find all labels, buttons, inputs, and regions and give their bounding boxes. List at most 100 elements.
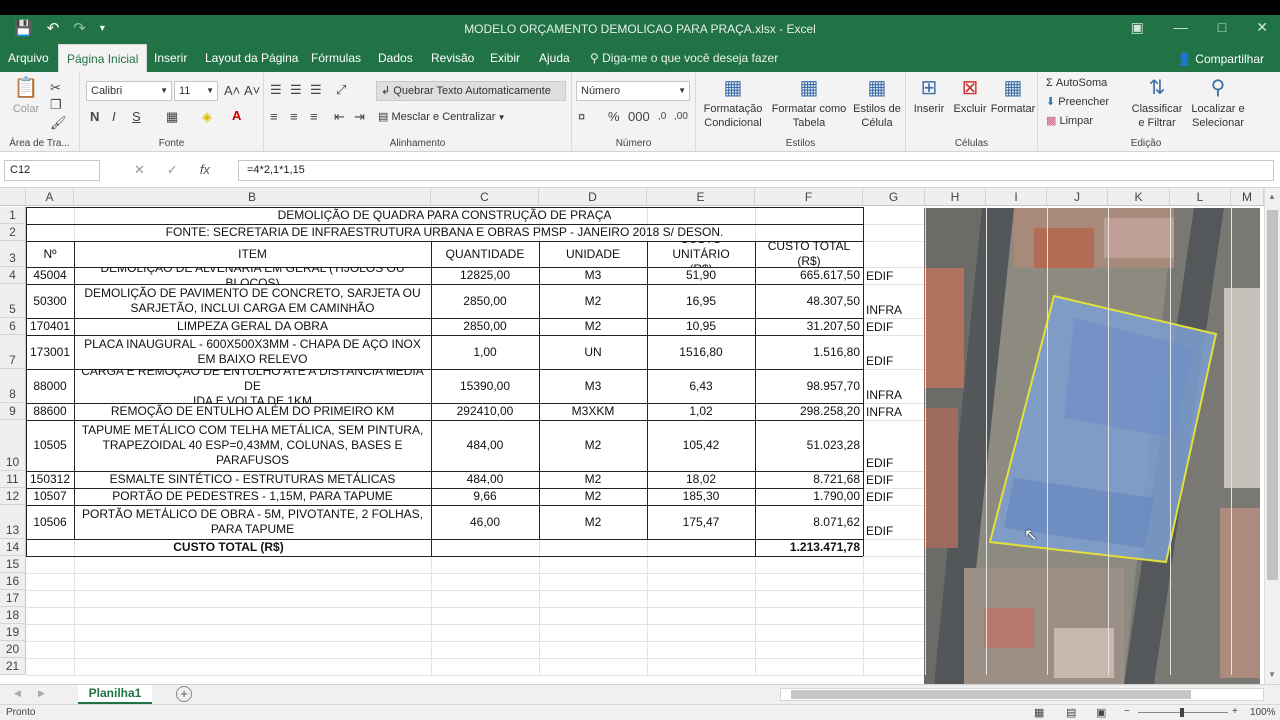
cell-unit-cost[interactable]: 18,02 [650,471,752,488]
header-unit-cost[interactable]: CUSTO UNITÁRIO(R$) [650,241,752,267]
copy-icon[interactable]: ❐ [50,97,62,113]
cell-unit-cost[interactable]: 185,30 [650,488,752,505]
align-bottom-icon[interactable]: ☰ [310,82,322,98]
column-header-f[interactable]: F [755,188,863,206]
normal-view-icon[interactable]: ▦ [1034,706,1044,719]
cell-total-cost[interactable]: 51.023,28 [758,420,860,471]
cell-category[interactable]: INFRA [866,403,922,420]
format-painter-icon[interactable]: 🖌 [50,115,67,131]
cell-code[interactable]: 173001 [29,335,71,369]
column-header-a[interactable]: A [26,188,74,206]
decrease-decimal-icon[interactable]: ,00 [674,109,688,125]
row-header-17[interactable]: 17 [0,590,26,607]
row-header-2[interactable]: 2 [0,224,26,241]
column-header-d[interactable]: D [539,188,647,206]
page-break-view-icon[interactable]: ▣ [1096,706,1106,719]
grow-font-icon[interactable]: A˄ [224,83,240,99]
align-right-icon[interactable]: ≡ [310,109,318,125]
cell-item[interactable]: TAPUME METÁLICO COM TELHA METÁLICA, SEM … [77,420,428,471]
cell-item[interactable]: REMOÇÃO DE ENTULHO ALÉM DO PRIMEIRO KM [77,403,428,420]
row-header-15[interactable]: 15 [0,556,26,573]
tab-revisao[interactable]: Revisão [423,44,482,72]
cell-item[interactable]: CARGA E REMOÇÃO DE ENTULHO ATÉ A DISTÂNC… [77,369,428,403]
row-header-8[interactable]: 8 [0,369,26,403]
prev-sheet-icon[interactable]: ◀ [14,688,21,699]
row-header-21[interactable]: 21 [0,658,26,675]
cell-category[interactable]: EDIF [866,318,922,335]
cell-item[interactable]: ESMALTE SINTÉTICO - ESTRUTURAS METÁLICAS [77,471,428,488]
cell-category[interactable]: EDIF [866,488,922,505]
row-header-9[interactable]: 9 [0,403,26,420]
italic-button[interactable]: I [112,109,116,125]
close-icon[interactable]: ✕ [1256,19,1268,36]
cell-category[interactable]: EDIF [866,505,922,539]
percent-icon[interactable]: % [608,109,620,125]
conditional-formatting-button[interactable]: ▦ Formatação Condicional [700,76,766,130]
horizontal-scroll-thumb[interactable] [791,690,1191,699]
column-header-c[interactable]: C [431,188,539,206]
clear-button[interactable]: ▩ Limpar [1046,114,1093,128]
column-header-h[interactable]: H [925,188,986,206]
currency-icon[interactable]: ¤ [578,109,585,125]
row-header-11[interactable]: 11 [0,471,26,488]
cell-quantity[interactable]: 1,00 [434,335,536,369]
align-middle-icon[interactable]: ☰ [290,82,302,98]
increase-decimal-icon[interactable]: ,0 [658,109,666,125]
share-button[interactable]: 👤 Compartilhar [1177,44,1264,72]
row-header-18[interactable]: 18 [0,607,26,624]
cell-total-cost[interactable]: 98.957,70 [758,369,860,403]
name-box[interactable]: C12 [4,160,100,181]
column-header-b[interactable]: B [74,188,431,206]
header-unit[interactable]: UNIDADE [542,241,644,267]
cell-item[interactable]: DEMOLIÇÃO DE ALVENARIA EM GERAL (TIJOLOS… [77,267,428,284]
number-format-select[interactable]: Número ▼ [576,81,690,101]
cell-quantity[interactable]: 292410,00 [434,403,536,420]
cell-code[interactable]: 10506 [29,505,71,539]
ribbon-display-icon[interactable]: ▣ [1131,19,1144,36]
cell-total-cost[interactable]: 31.207,50 [758,318,860,335]
cell-quantity[interactable]: 9,66 [434,488,536,505]
borders-icon[interactable]: ▦ [166,109,178,125]
cell-code[interactable]: 10507 [29,488,71,505]
insert-cells-button[interactable]: ⊞ Inserir [910,76,948,116]
format-cells-button[interactable]: ▦ Formatar [990,76,1036,116]
sort-filter-button[interactable]: ⇅ Classificar e Filtrar [1128,76,1186,130]
column-header-j[interactable]: J [1047,188,1108,206]
zoom-in-icon[interactable]: + [1232,706,1238,717]
cell-unit-cost[interactable]: 105,42 [650,420,752,471]
tab-inserir[interactable]: Inserir [146,44,195,72]
tab-dados[interactable]: Dados [370,44,421,72]
row-header-12[interactable]: 12 [0,488,26,505]
minimize-icon[interactable]: — [1174,19,1188,36]
scroll-down-icon[interactable]: ▼ [1268,670,1276,679]
increase-indent-icon[interactable]: ⇥ [354,109,365,125]
cell-unit[interactable]: M2 [542,420,644,471]
cell-styles-button[interactable]: ▦ Estilos de Célula [850,76,904,130]
header-item[interactable]: ITEM [77,241,428,267]
zoom-level[interactable]: 100% [1250,707,1276,718]
cell-total-cost[interactable]: 48.307,50 [758,284,860,318]
cell-quantity[interactable]: 2850,00 [434,284,536,318]
orientation-icon[interactable]: ⤢ [336,82,346,98]
cell-unit[interactable]: M2 [542,471,644,488]
cell-unit[interactable]: M2 [542,505,644,539]
tab-pagina-inicial[interactable]: Página Inicial [58,44,148,72]
cell-unit-cost[interactable]: 51,90 [650,267,752,284]
column-header-e[interactable]: E [647,188,755,206]
cell-unit[interactable]: M2 [542,284,644,318]
cell-unit-cost[interactable]: 16,95 [650,284,752,318]
cell-quantity[interactable]: 46,00 [434,505,536,539]
header-total-cost[interactable]: CUSTO TOTAL (R$) [758,241,860,267]
cell-total-cost[interactable]: 1.790,00 [758,488,860,505]
zoom-slider-handle[interactable] [1180,708,1184,717]
column-header-m[interactable]: M [1231,188,1264,206]
align-left-icon[interactable]: ≡ [270,109,278,125]
page-layout-view-icon[interactable]: ▤ [1066,706,1076,719]
cell-unit[interactable]: M3 [542,267,644,284]
insert-function-icon[interactable]: fx [200,162,210,178]
row-header-16[interactable]: 16 [0,573,26,590]
worksheet-grid[interactable]: A B C D E F G H I J K L M 1 2 3 4 5 6 7 8 9 10 11 12 13 14 15 16 17 18… [0,188,1264,684]
formula-input[interactable]: =4*2,1*1,15 [238,160,1274,181]
row-header-3[interactable]: 3 [0,241,26,267]
find-select-button[interactable]: ⚲ Localizar e Selecionar [1186,76,1250,130]
